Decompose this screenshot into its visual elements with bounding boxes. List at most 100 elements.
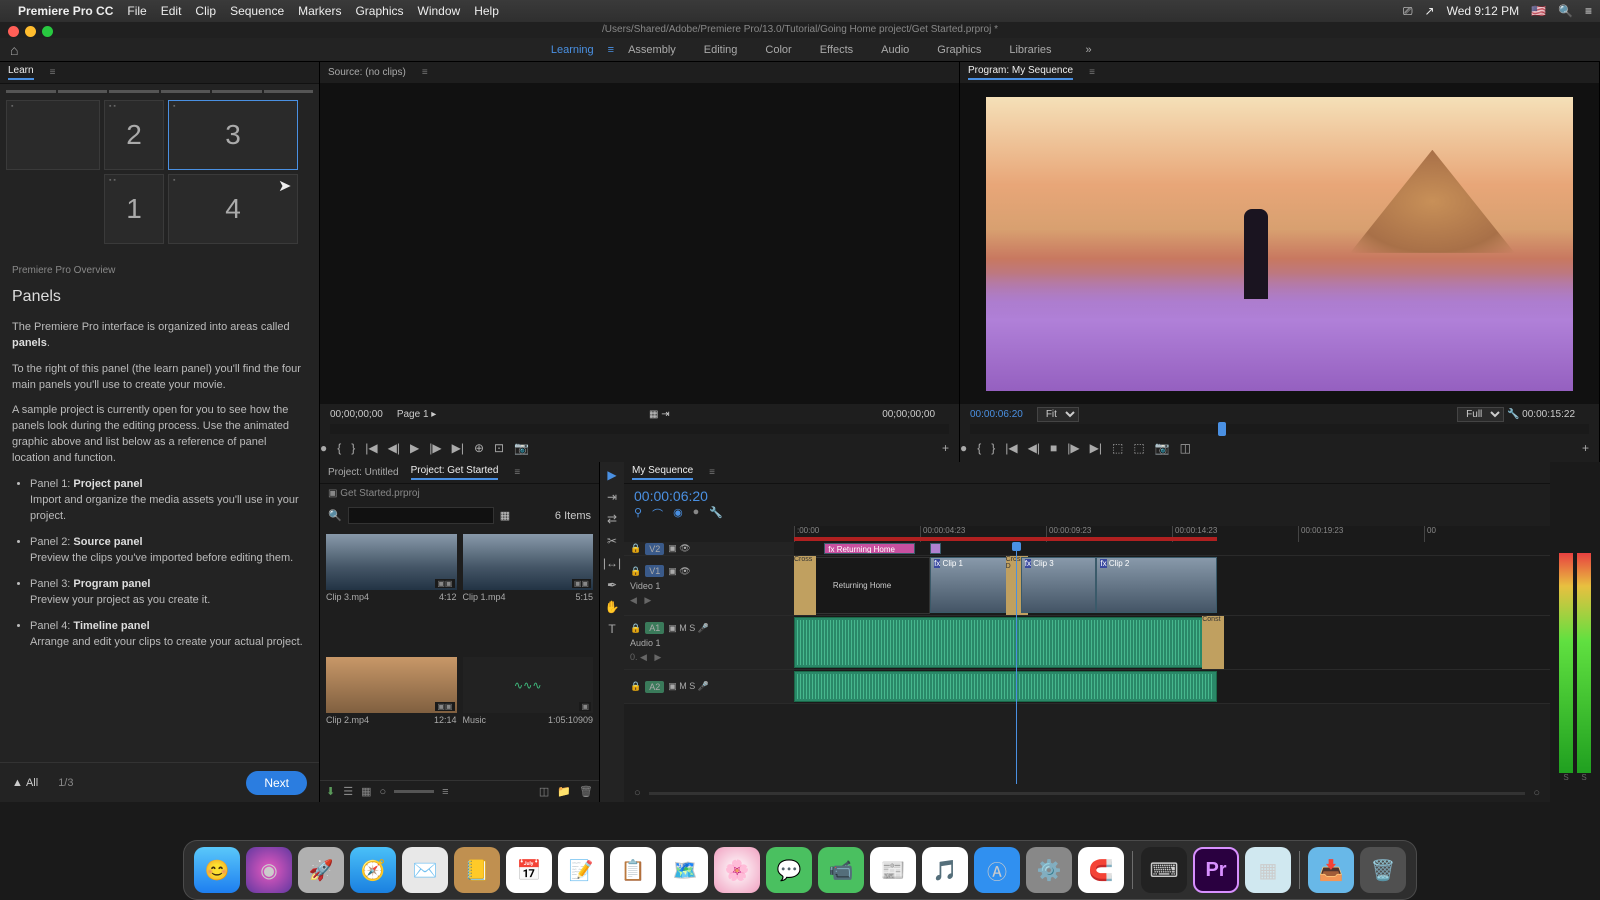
- workspace-color[interactable]: Color: [765, 44, 791, 56]
- linked-selection-icon[interactable]: ⌒: [652, 506, 663, 522]
- rw-icon[interactable]: ⬇: [326, 785, 335, 798]
- audio-clip-1[interactable]: [794, 617, 1217, 668]
- project-tab-getstarted[interactable]: Project: Get Started: [411, 465, 499, 480]
- menu-help[interactable]: Help: [474, 4, 499, 18]
- panel-menu-icon[interactable]: ≡: [709, 467, 715, 478]
- step-back-icon[interactable]: ◀|: [388, 441, 400, 455]
- track-a1-tag[interactable]: A1: [645, 622, 664, 634]
- dock-plugin[interactable]: ▦: [1245, 847, 1291, 893]
- video-clip-3[interactable]: fx Clip 3: [1021, 557, 1097, 613]
- menu-edit[interactable]: Edit: [161, 4, 182, 18]
- menu-clip[interactable]: Clip: [195, 4, 216, 18]
- trash-icon[interactable]: 🗑: [579, 785, 593, 798]
- workspace-learning[interactable]: Learning: [551, 44, 594, 56]
- audio-clip-2[interactable]: [794, 671, 1217, 702]
- stop-icon[interactable]: ■: [1050, 441, 1057, 455]
- plus-icon[interactable]: +: [1582, 441, 1589, 455]
- workspace-assembly[interactable]: Assembly: [628, 44, 676, 56]
- timeline-timecode[interactable]: 00:00:06:20: [634, 488, 1540, 504]
- list-view-icon[interactable]: ☰: [343, 785, 353, 798]
- overwrite-icon[interactable]: ⊡: [494, 441, 504, 455]
- track-a2-tag[interactable]: A2: [645, 681, 664, 693]
- project-search-input[interactable]: [348, 507, 494, 524]
- workspace-editing[interactable]: Editing: [704, 44, 738, 56]
- safe-margins-icon[interactable]: ▦: [649, 409, 658, 420]
- step-fwd-icon[interactable]: |▶: [1067, 441, 1079, 455]
- dock-appstore[interactable]: Ⓐ: [974, 847, 1020, 893]
- goto-out-icon[interactable]: ▶|: [1090, 441, 1102, 455]
- menu-file[interactable]: File: [127, 4, 146, 18]
- source-page[interactable]: Page 1: [397, 409, 429, 420]
- new-bin-icon[interactable]: ▦: [500, 509, 510, 522]
- title-clip[interactable]: fx Returning Home: [824, 543, 915, 554]
- zoom-in-icon[interactable]: ○: [1533, 787, 1540, 799]
- wrench-icon[interactable]: 🔧: [1507, 409, 1519, 420]
- source-tab[interactable]: Source: (no clips): [328, 67, 406, 78]
- out-icon[interactable]: }: [991, 441, 995, 455]
- insert-icon[interactable]: ⊕: [474, 441, 484, 455]
- panel-menu-icon[interactable]: ≡: [514, 467, 520, 478]
- lock-icon[interactable]: 🔒: [630, 623, 641, 634]
- constant-power[interactable]: Const: [1202, 616, 1224, 669]
- zoom-fit-select[interactable]: Fit: [1037, 407, 1079, 422]
- workspace-overflow-icon[interactable]: »: [1086, 44, 1092, 56]
- learn-tab[interactable]: Learn: [8, 65, 34, 80]
- dock-finder[interactable]: 😊: [194, 847, 240, 893]
- goto-out-icon[interactable]: ▶|: [452, 441, 464, 455]
- bin-icon[interactable]: ▣: [328, 488, 337, 499]
- dock-launchpad[interactable]: 🚀: [298, 847, 344, 893]
- panel-menu-icon[interactable]: ≡: [1089, 67, 1095, 78]
- lock-icon[interactable]: 🔒: [630, 681, 641, 692]
- clip-item[interactable]: ▣▣Clip 3.mp44:12: [326, 534, 457, 651]
- menu-markers[interactable]: Markers: [298, 4, 341, 18]
- spotlight-icon[interactable]: 🔍: [1558, 4, 1573, 18]
- step-fwd-icon[interactable]: |▶: [429, 441, 441, 455]
- ripple-tool-icon[interactable]: ⇄: [607, 512, 617, 526]
- timeline-tracks[interactable]: 🔒V2▣ 👁 fx Returning Home 🔒V1▣ 👁 Video 1 …: [624, 542, 1550, 784]
- goto-in-icon[interactable]: |◀: [1005, 441, 1017, 455]
- workspace-effects[interactable]: Effects: [820, 44, 853, 56]
- dock-messages[interactable]: 💬: [766, 847, 812, 893]
- extract-icon[interactable]: ⬚: [1133, 441, 1144, 455]
- in-icon[interactable]: {: [977, 441, 981, 455]
- program-scrub-bar[interactable]: [970, 424, 1589, 434]
- pen-tool-icon[interactable]: ✒: [607, 578, 617, 592]
- new-bin-icon[interactable]: 📁: [557, 785, 571, 798]
- clock[interactable]: Wed 9:12 PM: [1447, 4, 1519, 18]
- marker-add-icon[interactable]: ◉: [673, 506, 683, 522]
- goto-in-icon[interactable]: |◀: [365, 441, 377, 455]
- workspace-graphics[interactable]: Graphics: [937, 44, 981, 56]
- source-monitor[interactable]: [320, 84, 959, 404]
- plus-icon[interactable]: +: [942, 441, 949, 455]
- zoom-out-icon[interactable]: ○: [634, 787, 641, 799]
- dock-maps[interactable]: 🗺️: [662, 847, 708, 893]
- sequence-tab[interactable]: My Sequence: [632, 465, 693, 480]
- close-window-button[interactable]: [8, 26, 19, 37]
- play-icon[interactable]: ▶: [410, 441, 419, 455]
- up-arrow-icon[interactable]: ▲: [12, 777, 23, 789]
- freeform-icon[interactable]: ○: [380, 786, 387, 798]
- next-button[interactable]: Next: [246, 771, 307, 795]
- menu-extra-icon[interactable]: ≡: [1585, 4, 1592, 18]
- home-icon[interactable]: ⌂: [10, 42, 18, 58]
- dock-settings[interactable]: ⚙️: [1026, 847, 1072, 893]
- learn-all-label[interactable]: All: [26, 777, 38, 789]
- dock-news[interactable]: 📰: [870, 847, 916, 893]
- settings-icon[interactable]: 🔧: [709, 506, 723, 522]
- snap-icon[interactable]: ⚲: [634, 506, 642, 522]
- new-item-icon[interactable]: ◫: [539, 785, 549, 798]
- resolution-select[interactable]: Full: [1457, 407, 1504, 422]
- settings-icon[interactable]: ⇥: [661, 409, 669, 420]
- cross-dissolve[interactable]: Cross: [794, 556, 816, 615]
- panel-menu-icon[interactable]: ≡: [50, 67, 56, 78]
- zoom-window-button[interactable]: [42, 26, 53, 37]
- lock-icon[interactable]: 🔒: [630, 566, 641, 577]
- marker-icon[interactable]: ●: [320, 441, 327, 455]
- compare-icon[interactable]: ◫: [1180, 441, 1191, 455]
- type-tool-icon[interactable]: T: [608, 622, 615, 636]
- sync-icon[interactable]: ↗: [1425, 4, 1435, 18]
- video-clip-2[interactable]: fx Clip 2: [1096, 557, 1217, 613]
- in-icon[interactable]: {: [337, 441, 341, 455]
- marker-icon[interactable]: ●: [960, 441, 967, 455]
- dock-terminal[interactable]: ⌨: [1141, 847, 1187, 893]
